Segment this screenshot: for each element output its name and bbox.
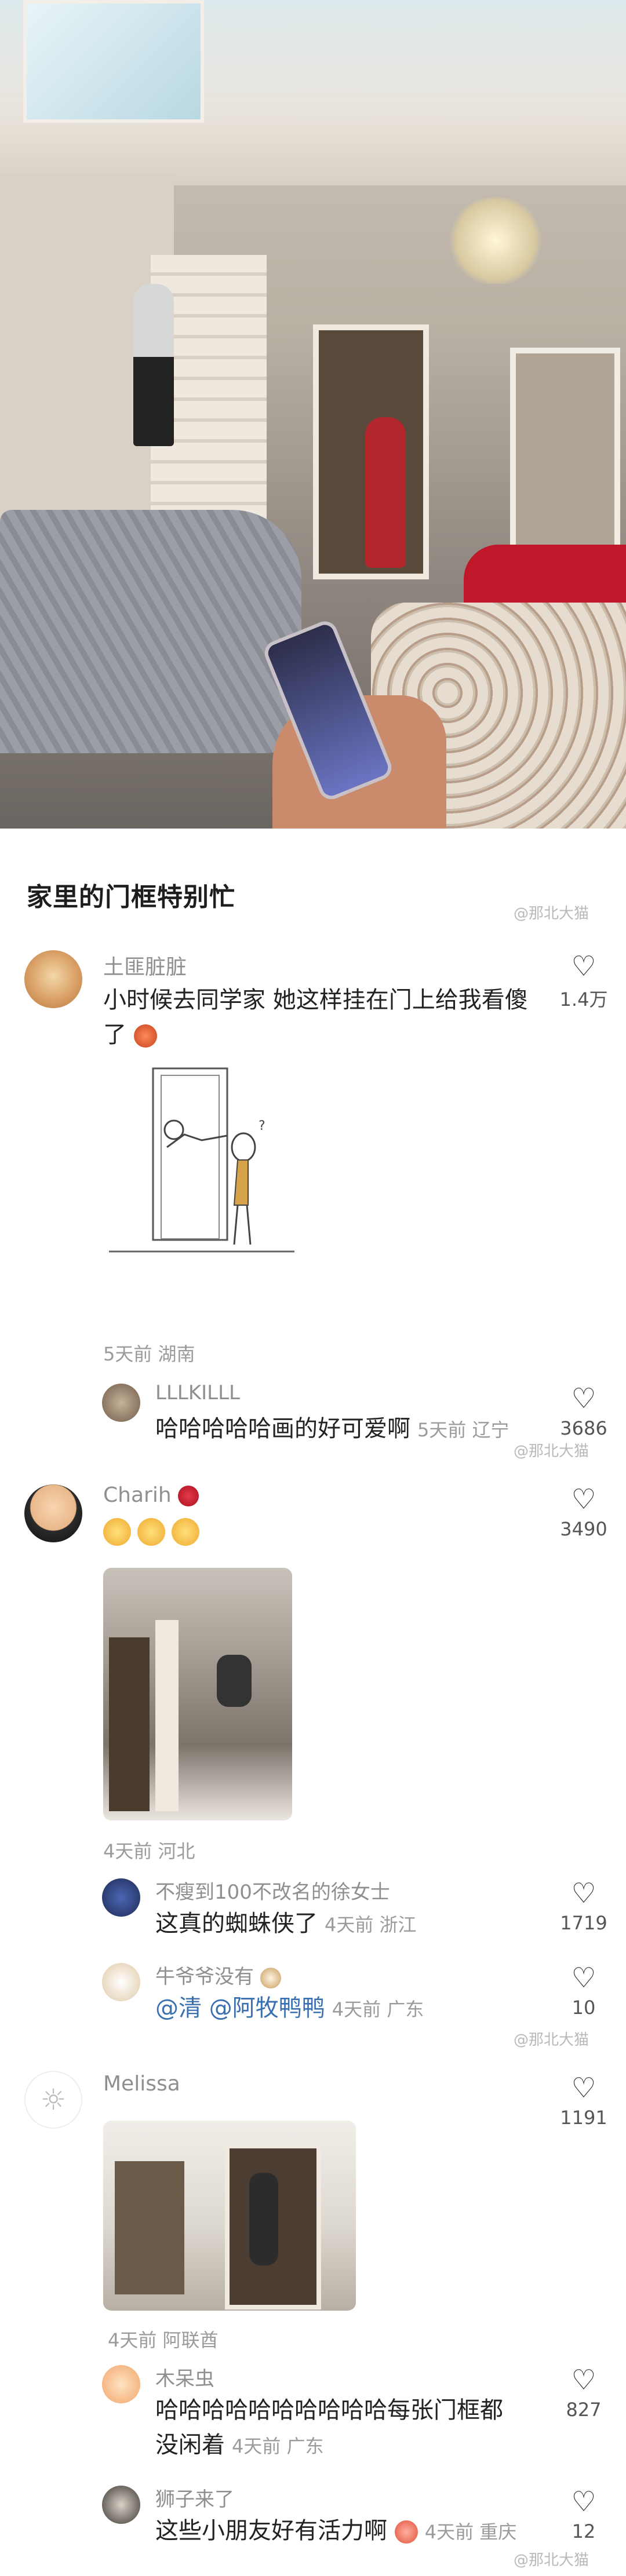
post-title: 家里的门框特别忙 [27, 882, 235, 912]
like-button[interactable]: ♡ 10 [552, 1963, 616, 2019]
like-button[interactable]: ♡ 12 [552, 2487, 616, 2542]
like-count: 1719 [560, 1912, 607, 1934]
like-button[interactable]: ♡ 827 [552, 2365, 616, 2421]
avatar[interactable] [102, 1384, 140, 1422]
reply-text-content: 哈哈哈哈哈画的好可爱啊 [155, 1415, 410, 1442]
emoji-sticker-icon [133, 1024, 157, 1048]
comment-meta: 5天前 湖南 [103, 1343, 195, 1365]
comment-emoji-row [103, 1518, 200, 1546]
photo-column [155, 1620, 179, 1811]
reply-text-line: 没闲着 4天前 广东 [155, 2428, 526, 2464]
svg-text:?: ? [259, 1119, 265, 1133]
avatar[interactable] [102, 1878, 140, 1917]
like-count: 827 [566, 2399, 602, 2421]
avatar[interactable] [102, 2486, 140, 2524]
reply-text: 这真的蜘蛛侠了 4天前 浙江 [155, 1906, 417, 1942]
photo-skylight [23, 0, 204, 123]
cow-emoji-icon [260, 1967, 281, 1988]
comment-username[interactable]: 土匪脏脏 [103, 950, 187, 980]
photo-chandelier [446, 197, 545, 284]
comment-image-sketch[interactable]: ? [103, 1060, 300, 1275]
comment-username[interactable]: Charih [103, 1483, 199, 1507]
reply-text: 哈哈哈哈哈画的好可爱啊 5天前 辽宁 [155, 1411, 509, 1447]
mention-link[interactable]: @清 [155, 1995, 202, 2022]
watermark: @那北大猫 [514, 905, 589, 922]
avatar[interactable] [102, 1963, 140, 2001]
photo-person [217, 1655, 252, 1707]
reply-text-content: 这些小朋友好有活力啊 [155, 2517, 387, 2544]
avatar[interactable]: ☼ [24, 2071, 82, 2129]
heart-outline-icon: ♡ [571, 950, 596, 983]
emoji-sticker-icon [394, 2520, 418, 2544]
like-button[interactable]: ♡ 3490 [552, 1484, 616, 1540]
reply-username[interactable]: LLLKILLL [155, 1381, 240, 1404]
like-button[interactable]: ♡ 1719 [552, 1878, 616, 1934]
reply-text-content: 没闲着 [155, 2432, 225, 2458]
laughing-emoji-icon [172, 1518, 200, 1546]
sketch-drawing: ? [109, 1067, 294, 1253]
reply-meta: 4天前 重庆 [424, 2521, 517, 2543]
comment-meta: 4天前 阿联酋 [108, 2329, 219, 2351]
avatar[interactable] [102, 2365, 140, 2403]
watermark: @那北大猫 [514, 2031, 589, 2049]
reply-username-text: 牛爷爷没有 [155, 1965, 254, 1988]
reply-meta: 4天前 广东 [232, 2435, 324, 2457]
like-count: 10 [572, 1997, 596, 2019]
comment-meta: 4天前 河北 [103, 1840, 195, 1862]
post-photo[interactable] [0, 0, 626, 829]
reply-text-line: 哈哈哈哈哈哈哈哈哈哈每张门框都 [155, 2397, 503, 2424]
heart-outline-icon: ♡ [571, 2486, 596, 2518]
photo-door [109, 1637, 150, 1811]
heart-outline-icon: ♡ [571, 1483, 596, 1516]
reply-text: @清 @阿牧鸭鸭 4天前 广东 [155, 1991, 424, 2027]
comment-image-photo[interactable] [103, 1568, 292, 1820]
cherry-emoji-icon [178, 1486, 199, 1506]
mention-link[interactable]: @阿牧鸭鸭 [209, 1995, 325, 2022]
reply-text-content: 这真的蜘蛛侠了 [155, 1910, 318, 1937]
heart-outline-icon: ♡ [571, 2364, 596, 2396]
photo-person [249, 2173, 278, 2265]
like-count: 1191 [560, 2107, 607, 2129]
like-button[interactable]: ♡ 1191 [552, 2073, 616, 2129]
reply-meta: 4天前 广东 [332, 1998, 424, 2020]
heart-outline-icon: ♡ [571, 1382, 596, 1415]
watermark: @那北大猫 [514, 1443, 589, 1460]
photo-doorway [115, 2161, 184, 2294]
like-button[interactable]: ♡ 1.4万 [552, 951, 616, 1012]
like-count: 1.4万 [559, 988, 608, 1010]
avatar[interactable] [24, 950, 82, 1008]
like-count: 3686 [560, 1417, 607, 1439]
photo-legs [0, 510, 301, 753]
sun-icon: ☼ [40, 2083, 67, 2117]
reply-text: 这些小朋友好有活力啊 4天前 重庆 [155, 2513, 516, 2549]
reply-meta: 5天前 辽宁 [417, 1419, 509, 1441]
heart-outline-icon: ♡ [571, 1877, 596, 1910]
reply-username[interactable]: 牛爷爷没有 [155, 1961, 281, 1989]
comment-image-photo[interactable] [103, 2121, 356, 2311]
comment-text-content: 小时候去同学家 她这样挂在门上给我看傻了 [103, 987, 528, 1048]
reply-username[interactable]: 不瘦到100不改名的徐女士 [155, 1876, 390, 1904]
comment-text: 小时候去同学家 她这样挂在门上给我看傻了 [103, 983, 544, 1052]
reply-text: 哈哈哈哈哈哈哈哈哈哈每张门框都 没闲着 4天前 广东 [155, 2393, 526, 2464]
like-count: 12 [572, 2520, 596, 2542]
laughing-emoji-icon [103, 1518, 131, 1546]
reply-meta: 4天前 浙江 [325, 1914, 417, 1936]
reply-username[interactable]: 狮子来了 [155, 2483, 234, 2512]
like-button[interactable]: ♡ 3686 [552, 1384, 616, 1439]
photo-child-on-wall [133, 284, 174, 446]
like-count: 3490 [560, 1518, 607, 1540]
comment-username-text: Charih [103, 1483, 172, 1507]
comment-username[interactable]: Melissa [103, 2072, 180, 2096]
photo-woman [365, 417, 406, 568]
heart-outline-icon: ♡ [571, 2072, 596, 2104]
avatar[interactable] [24, 1484, 82, 1542]
laughing-emoji-icon [137, 1518, 166, 1546]
reply-username[interactable]: 木呆虫 [155, 2363, 214, 2391]
watermark: @那北大猫 [514, 2552, 589, 2569]
heart-outline-icon: ♡ [571, 1962, 596, 1994]
